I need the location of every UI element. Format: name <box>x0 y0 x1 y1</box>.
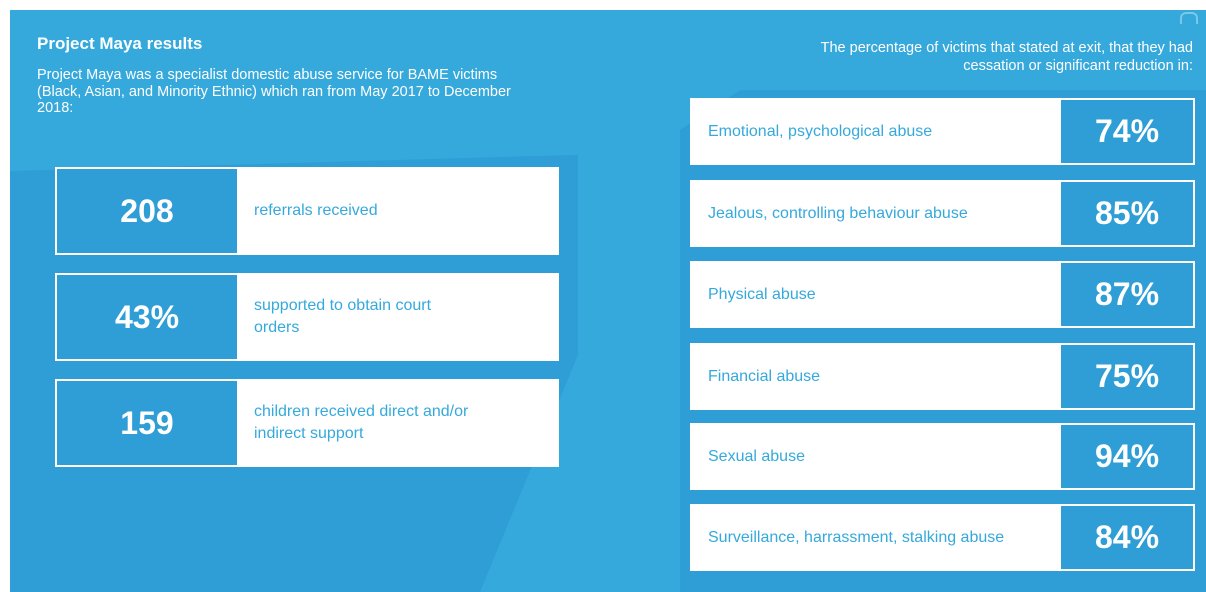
abuse-label: Surveillance, harrassment, stalking abus… <box>708 528 1005 546</box>
stat-label: children received direct and/or indirect… <box>254 403 469 442</box>
abuse-label: Emotional, psychological abuse <box>708 122 933 140</box>
stat-value: 43% <box>57 275 237 359</box>
stat-value: 159 <box>57 381 237 465</box>
stat-card-court-orders: 43% supported to obtain court orders <box>55 273 559 361</box>
abuse-percentage: 84% <box>1061 506 1193 569</box>
right-heading: The percentage of victims that stated at… <box>820 40 1193 74</box>
abuse-percentage: 75% <box>1061 345 1193 408</box>
section-title: Project Maya results <box>37 34 203 53</box>
intro-text: Project Maya was a specialist domestic a… <box>37 67 511 116</box>
abuse-row-emotional: Emotional, psychological abuse 74% <box>690 98 1195 165</box>
infographic-panel: Project Maya results Project Maya was a … <box>10 10 1206 592</box>
abuse-row-physical: Physical abuse 87% <box>690 261 1195 328</box>
stat-value: 208 <box>57 169 237 253</box>
stat-card-children: 159 children received direct and/or indi… <box>55 379 559 467</box>
abuse-label: Sexual abuse <box>708 447 805 465</box>
abuse-label: Physical abuse <box>708 285 816 303</box>
corner-decoration <box>1180 12 1198 24</box>
abuse-row-controlling: Jealous, controlling behaviour abuse 85% <box>690 180 1195 247</box>
abuse-row-surveillance: Surveillance, harrassment, stalking abus… <box>690 504 1195 571</box>
abuse-percentage: 87% <box>1061 263 1193 326</box>
abuse-percentage: 94% <box>1061 425 1193 488</box>
abuse-row-financial: Financial abuse 75% <box>690 343 1195 410</box>
abuse-row-sexual: Sexual abuse 94% <box>690 423 1195 490</box>
stat-label: supported to obtain court orders <box>254 297 432 336</box>
abuse-label: Financial abuse <box>708 367 821 385</box>
stat-card-referrals: 208 referrals received <box>55 167 559 255</box>
abuse-percentage: 74% <box>1061 100 1193 163</box>
abuse-label: Jealous, controlling behaviour abuse <box>708 204 968 222</box>
abuse-percentage: 85% <box>1061 182 1193 245</box>
stat-label: referrals received <box>254 202 378 219</box>
